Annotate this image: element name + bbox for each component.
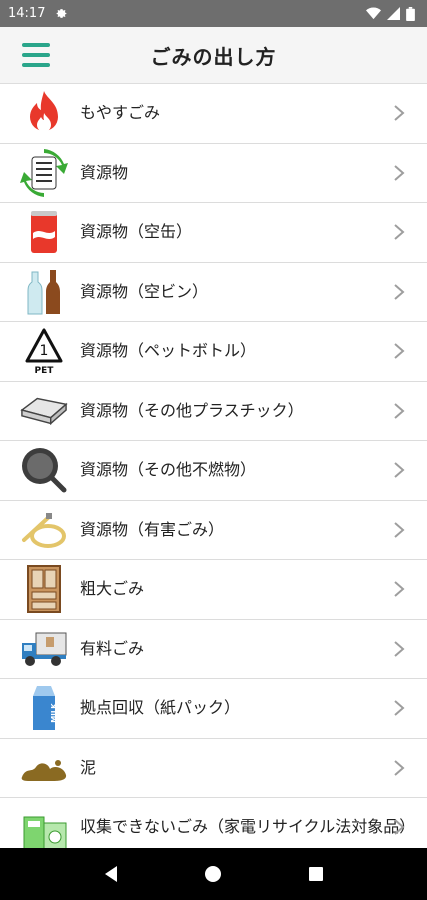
- wifi-icon: [366, 7, 381, 20]
- chevron-right-icon: [394, 283, 405, 300]
- svg-text:PET: PET: [35, 366, 55, 375]
- chevron-right-icon: [394, 521, 405, 538]
- list-item-pet-bottles[interactable]: 1 PET 資源物（ペットボトル）: [0, 322, 427, 382]
- battery-icon: [406, 6, 415, 21]
- list-item-other-noncombustible[interactable]: 資源物（その他不燃物）: [0, 441, 427, 501]
- chevron-right-icon: [394, 700, 405, 717]
- list-item-hazardous[interactable]: 資源物（有害ごみ）: [0, 501, 427, 560]
- recycle-resource-icon: [20, 148, 68, 197]
- list-item-label: 資源物（その他プラスチック）: [80, 400, 304, 420]
- garbage-category-list: もやすごみ 資源物 資源物（空缶） 資源物（空ビン） 1 PET 資源物（ペット…: [0, 84, 427, 848]
- cabinet-icon: [20, 565, 68, 614]
- milk-carton-icon: MILK: [20, 684, 68, 732]
- pet-recycle-icon: 1 PET: [20, 327, 68, 375]
- menu-hamburger-icon[interactable]: [22, 43, 50, 67]
- list-item-label: 泥: [80, 757, 97, 777]
- chevron-right-icon: [394, 819, 405, 836]
- recents-icon[interactable]: [308, 866, 324, 882]
- chevron-right-icon: [394, 402, 405, 419]
- chevron-right-icon: [394, 164, 405, 181]
- list-item-burnable[interactable]: もやすごみ: [0, 84, 427, 144]
- list-item-oversized[interactable]: 粗大ごみ: [0, 560, 427, 620]
- status-time: 14:17: [8, 6, 46, 21]
- svg-text:MILK: MILK: [50, 703, 58, 723]
- chevron-right-icon: [394, 581, 405, 598]
- bottles-icon: [20, 268, 68, 316]
- list-item-label: 資源物（有害ごみ）: [80, 519, 225, 539]
- chevron-right-icon: [394, 224, 405, 241]
- signal-icon: [387, 7, 400, 20]
- list-item-uncollectable[interactable]: 収集できないごみ（家電リサイクル法対象品）: [0, 798, 427, 848]
- back-icon[interactable]: [103, 865, 119, 883]
- list-item-label: 資源物（ペットボトル）: [80, 341, 257, 361]
- plastic-tray-icon: [20, 387, 68, 435]
- chevron-right-icon: [394, 759, 405, 776]
- truck-icon: [20, 625, 68, 673]
- list-item-paper-pack-collection[interactable]: MILK 拠点回収（紙パック）: [0, 679, 427, 739]
- list-item-label: 有料ごみ: [80, 638, 145, 658]
- chevron-right-icon: [394, 105, 405, 122]
- list-item-empty-cans[interactable]: 資源物（空缶）: [0, 203, 427, 263]
- app-bar: ごみの出し方: [0, 27, 427, 84]
- list-item-label: 収集できないごみ（家電リサイクル法対象品）: [80, 817, 416, 837]
- list-item-empty-bottles[interactable]: 資源物（空ビン）: [0, 263, 427, 322]
- svg-text:1: 1: [40, 343, 49, 359]
- list-item-label: 粗大ごみ: [80, 579, 145, 599]
- mud-icon: [20, 744, 68, 792]
- list-item-label: もやすごみ: [80, 103, 161, 123]
- list-item-paid-garbage[interactable]: 有料ごみ: [0, 620, 427, 679]
- list-item-label: 資源物（空ビン）: [80, 281, 209, 301]
- can-icon: [20, 208, 68, 256]
- appliances-icon: [20, 803, 68, 848]
- list-item-label: 資源物（その他不燃物）: [80, 460, 257, 480]
- chevron-right-icon: [394, 462, 405, 479]
- list-item-label: 拠点回収（紙パック）: [80, 698, 241, 718]
- settings-gear-icon: [57, 9, 67, 18]
- list-item-mud[interactable]: 泥: [0, 739, 427, 798]
- chevron-right-icon: [394, 640, 405, 657]
- status-bar: 14:17: [0, 0, 427, 27]
- list-item-label: 資源物: [80, 162, 129, 182]
- list-item-other-plastic[interactable]: 資源物（その他プラスチック）: [0, 382, 427, 441]
- fluorescent-tube-icon: [20, 506, 68, 554]
- list-item-label: 資源物（空缶）: [80, 222, 193, 242]
- fire-icon: [20, 89, 68, 137]
- system-nav-bar: [0, 848, 427, 900]
- chevron-right-icon: [394, 343, 405, 360]
- home-icon[interactable]: [204, 865, 222, 883]
- list-item-resources[interactable]: 資源物: [0, 144, 427, 203]
- frying-pan-icon: [20, 446, 68, 494]
- page-title: ごみの出し方: [150, 44, 277, 69]
